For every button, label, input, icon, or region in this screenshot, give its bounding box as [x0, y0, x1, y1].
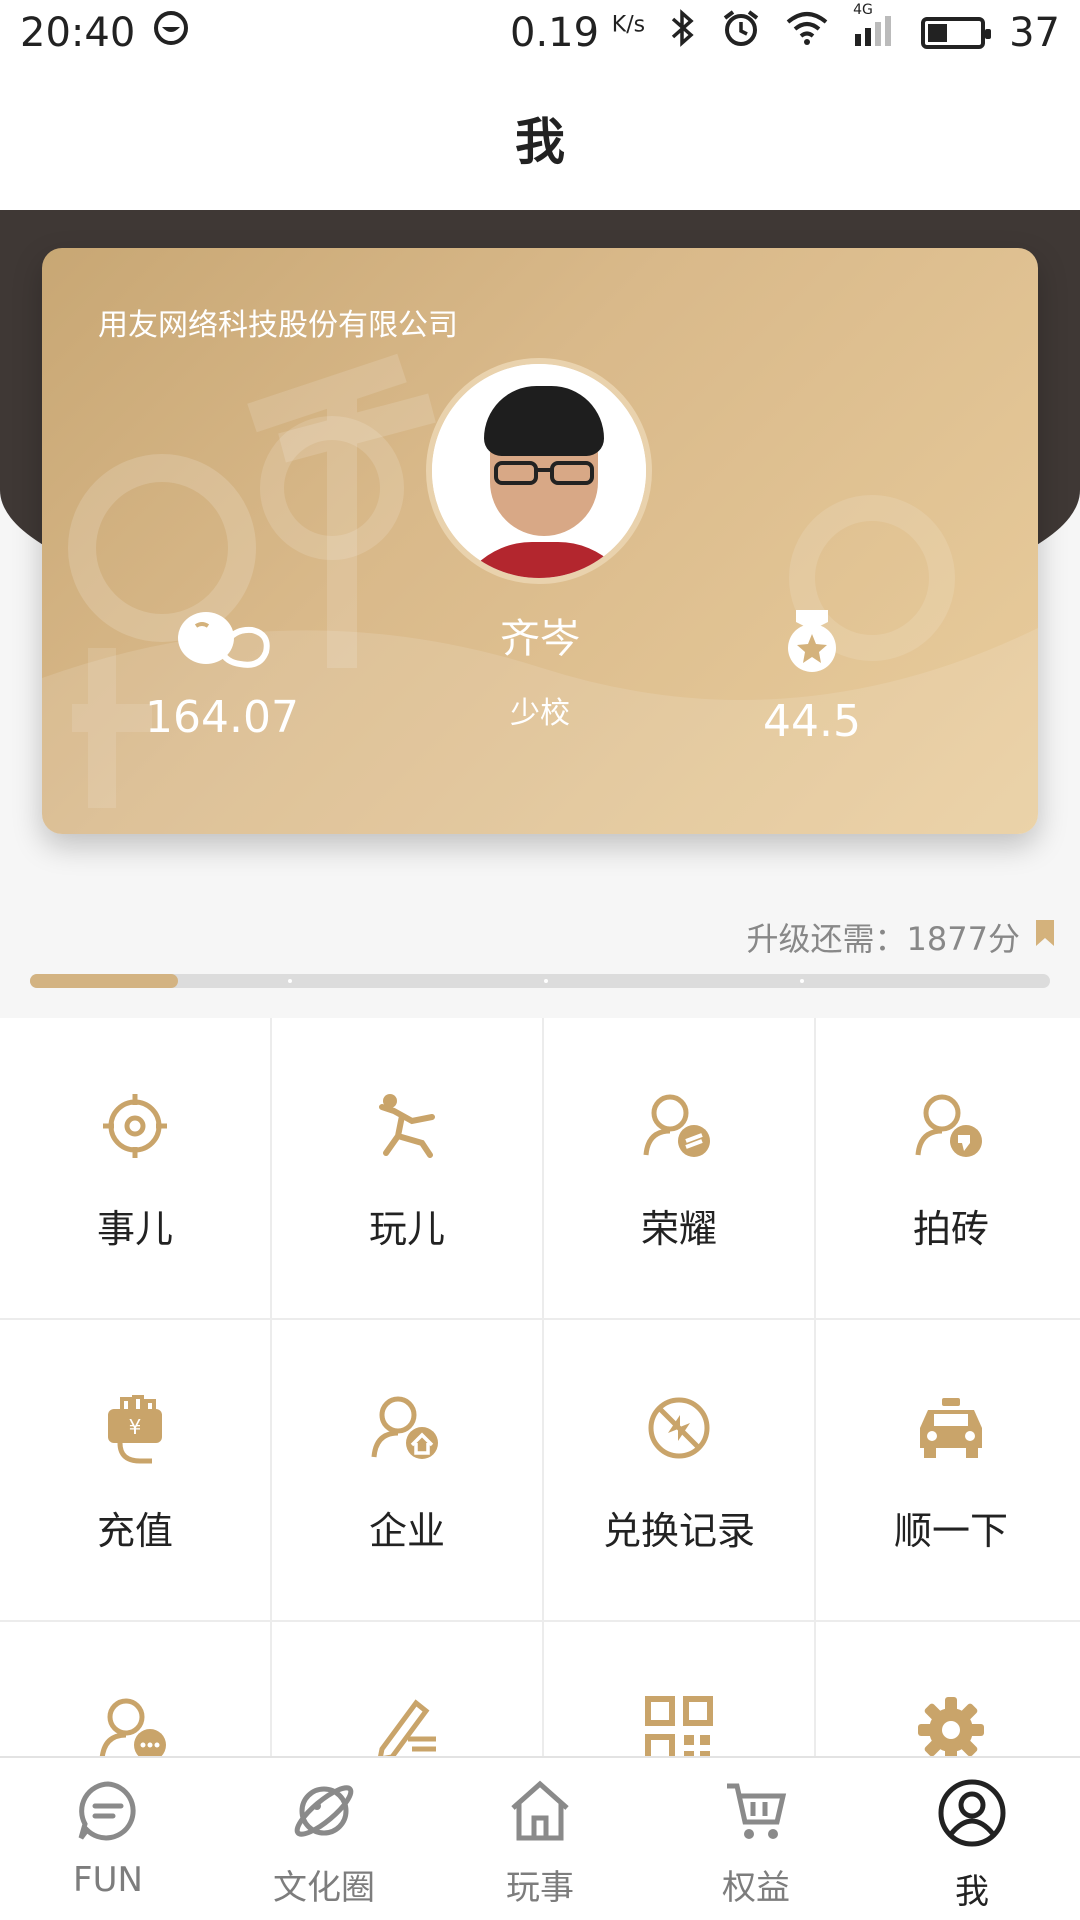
grid-item-label: 荣耀 [640, 1207, 717, 1251]
profile-card[interactable]: 用友网络科技股份有限公司 164.07 齐岑 少校 44.5 [42, 248, 1038, 834]
svg-text:¥: ¥ [129, 1415, 142, 1439]
page: 20:40 0.19 K/s 4G 37 我 用友网络科技股份有限公司 164.… [0, 0, 1080, 1920]
nav-item-label: 权益 [722, 1868, 790, 1908]
level-progress-bar [30, 974, 1050, 988]
avatar[interactable] [426, 358, 652, 584]
user-rank: 少校 [510, 696, 570, 731]
grid-item[interactable]: 拍砖 [816, 1018, 1080, 1318]
wallet-icon: ¥ [93, 1386, 177, 1470]
chat-bubble-icon [75, 1778, 141, 1848]
wifi-icon [785, 10, 829, 56]
level-progress-fill [30, 974, 178, 988]
grid-item[interactable]: 事儿 [0, 1018, 270, 1318]
grid-item-label: 充值 [96, 1509, 173, 1553]
medal-icon [742, 608, 882, 678]
network-speed: 0.19 K/s [510, 10, 646, 56]
nav-item-1[interactable]: 文化圈 [216, 1758, 432, 1920]
cart-icon [723, 1778, 789, 1848]
user-name: 齐岑 [500, 616, 580, 662]
grid-item-label: 兑换记录 [602, 1509, 755, 1553]
grid-item-label: 玩儿 [368, 1207, 445, 1251]
user-medal-icon [637, 1084, 721, 1168]
signal-icon: 4G [853, 2, 897, 56]
grid-item[interactable]: 荣耀 [544, 1018, 814, 1318]
grid-item[interactable]: 企业 [272, 1320, 542, 1620]
exchange-icon [637, 1386, 721, 1470]
grid-item[interactable]: ¥ 充值 [0, 1320, 270, 1620]
bottom-nav: FUN 文化圈 玩事 权益 我 [0, 1756, 1080, 1920]
battery-level: 37 [1009, 10, 1060, 56]
battery-icon [921, 17, 992, 49]
nav-item-label: 我 [955, 1872, 989, 1912]
bookmark-icon [1034, 918, 1056, 956]
upgrade-label: 升级还需：1877分 [746, 920, 1020, 958]
beans-stat[interactable]: 164.07 [142, 608, 302, 743]
grid-item[interactable]: 兑换记录 [544, 1320, 814, 1620]
upgrade-info: 升级还需：1877分 [747, 914, 1056, 960]
status-bar: 20:40 0.19 K/s 4G 37 [0, 0, 1080, 66]
nav-item-label: 文化圈 [273, 1868, 375, 1908]
nav-item-0[interactable]: FUN [0, 1758, 216, 1920]
status-time: 20:40 [20, 10, 136, 56]
medal-value: 44.5 [763, 696, 861, 747]
nav-item-label: 玩事 [506, 1868, 574, 1908]
grid-item[interactable]: 玩儿 [272, 1018, 542, 1318]
medal-stat[interactable]: 44.5 [742, 608, 882, 747]
grid-item-label: 拍砖 [912, 1207, 989, 1251]
company-name: 用友网络科技股份有限公司 [98, 308, 458, 343]
bluetooth-icon [669, 9, 697, 57]
alarm-icon [721, 8, 761, 58]
page-title: 我 [0, 66, 1080, 210]
planet-icon [291, 1778, 357, 1848]
grid-item-label: 顺一下 [893, 1509, 1008, 1553]
grid-item-label: 企业 [368, 1509, 445, 1553]
user-thumbsdown-icon [909, 1084, 993, 1168]
beans-icon [142, 608, 302, 674]
target-icon [93, 1084, 177, 1168]
home-icon [507, 1778, 573, 1848]
nav-item-4[interactable]: 我 [864, 1758, 1080, 1920]
taxi-icon [909, 1386, 993, 1470]
nav-item-3[interactable]: 权益 [648, 1758, 864, 1920]
nav-item-label: FUN [73, 1860, 143, 1900]
dancer-icon [365, 1084, 449, 1168]
nav-item-2[interactable]: 玩事 [432, 1758, 648, 1920]
user-icon [937, 1778, 1007, 1852]
beans-value: 164.07 [145, 692, 299, 743]
app-notification-icon [153, 10, 189, 56]
user-home-icon [365, 1386, 449, 1470]
grid-item[interactable]: 顺一下 [816, 1320, 1080, 1620]
grid-item-label: 事儿 [96, 1207, 173, 1251]
